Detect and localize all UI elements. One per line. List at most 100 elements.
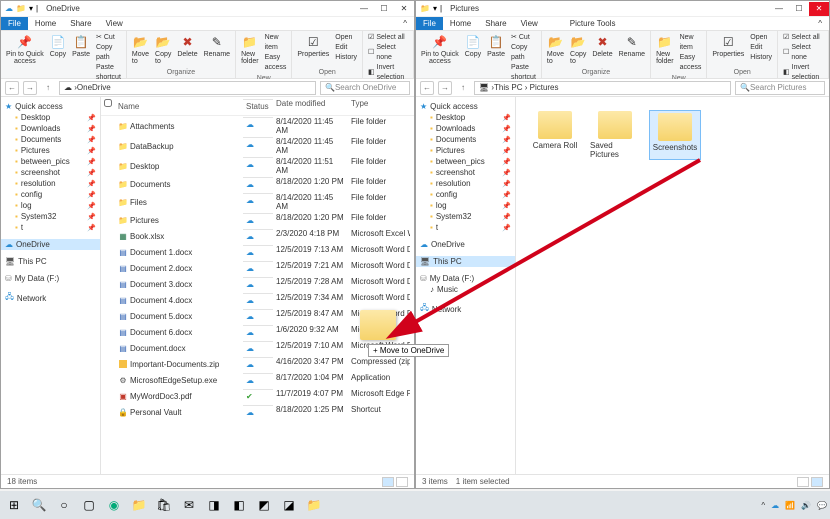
icons-view-button[interactable] bbox=[811, 477, 823, 487]
explorer-icon[interactable]: 📁 bbox=[128, 494, 150, 516]
delete-button[interactable]: ✖Delete bbox=[175, 33, 199, 59]
history-button[interactable]: History bbox=[333, 53, 359, 63]
cut-button[interactable]: ✂ Cut bbox=[94, 33, 123, 43]
column-type[interactable]: Type bbox=[348, 99, 410, 113]
app-icon[interactable]: ◧ bbox=[228, 494, 250, 516]
file-row[interactable]: 📁Attachments☁8/14/2020 11:45 AMFile fold… bbox=[101, 116, 414, 136]
sidebar-item[interactable]: ▪Documents📌 bbox=[1, 134, 100, 145]
file-row[interactable]: ▤Document 6.docx☁1/6/2020 9:32 AMMicroso… bbox=[101, 324, 414, 340]
tab-file[interactable]: File bbox=[416, 17, 443, 30]
sidebar-onedrive[interactable]: ☁OneDrive bbox=[416, 239, 515, 250]
sidebar-this-pc[interactable]: 🖥This PC bbox=[1, 256, 100, 267]
sidebar-item[interactable]: ▪between_pics📌 bbox=[1, 156, 100, 167]
sidebar-item[interactable]: ▪t📌 bbox=[1, 222, 100, 233]
file-row[interactable]: ▤Document 1.docx☁12/5/2019 7:13 AMMicros… bbox=[101, 244, 414, 260]
new-folder-button[interactable]: 📁New folder bbox=[239, 33, 261, 66]
folder-item[interactable]: Camera Roll bbox=[530, 111, 580, 159]
file-row[interactable]: 📁Documents☁8/18/2020 1:20 PMFile folder bbox=[101, 176, 414, 192]
folder-item[interactable]: Screenshots bbox=[650, 111, 700, 159]
icons-view-button[interactable] bbox=[396, 477, 408, 487]
task-view-button[interactable]: ▢ bbox=[78, 494, 100, 516]
file-row[interactable]: ⚙MicrosoftEdgeSetup.exe☁8/17/2020 1:04 P… bbox=[101, 372, 414, 388]
sidebar-item[interactable]: ▪resolution📌 bbox=[1, 178, 100, 189]
mail-icon[interactable]: ✉ bbox=[178, 494, 200, 516]
system-tray[interactable]: ^ ☁ 📶 🔊 💬 bbox=[761, 501, 827, 510]
file-row[interactable]: ▤Document 5.docx☁12/5/2019 8:47 AMMicros… bbox=[101, 308, 414, 324]
up-button[interactable]: ↑ bbox=[41, 81, 55, 95]
ribbon-toggle[interactable]: ^ bbox=[396, 17, 414, 30]
minimize-button[interactable]: — bbox=[354, 2, 374, 16]
details-view-button[interactable] bbox=[382, 477, 394, 487]
file-row[interactable]: ▤Document 4.docx☁12/5/2019 7:34 AMMicros… bbox=[101, 292, 414, 308]
open-button[interactable]: Open bbox=[333, 33, 359, 43]
paste-button[interactable]: 📋Paste bbox=[485, 33, 507, 59]
forward-button[interactable]: → bbox=[23, 81, 37, 95]
easy-access-button[interactable]: Easy access bbox=[678, 53, 704, 73]
select-all-button[interactable]: ☑ Select all bbox=[366, 33, 410, 43]
new-item-button[interactable]: New item bbox=[678, 33, 704, 53]
cortana-button[interactable]: ○ bbox=[53, 494, 75, 516]
sidebar-quick-access[interactable]: ★Quick access bbox=[1, 101, 100, 112]
file-row[interactable]: ▤Document 3.docx☁12/5/2019 7:28 AMMicros… bbox=[101, 276, 414, 292]
sidebar-item[interactable]: ▪log📌 bbox=[1, 200, 100, 211]
tab-view[interactable]: View bbox=[99, 17, 130, 30]
properties-button[interactable]: ☑Properties bbox=[295, 33, 331, 59]
sidebar-item[interactable]: ▪Documents📌 bbox=[416, 134, 515, 145]
file-row[interactable]: ▣MyWordDoc3.pdf✔11/7/2019 4:07 PMMicroso… bbox=[101, 388, 414, 404]
navigation-pane[interactable]: ★Quick access ▪Desktop📌▪Downloads📌▪Docum… bbox=[416, 97, 516, 474]
file-row[interactable]: ▤Document 2.docx☁12/5/2019 7:21 AMMicros… bbox=[101, 260, 414, 276]
up-button[interactable]: ↑ bbox=[456, 81, 470, 95]
details-view-button[interactable] bbox=[797, 477, 809, 487]
copy-button[interactable]: 📄Copy bbox=[463, 33, 483, 59]
copy-button[interactable]: 📄Copy bbox=[48, 33, 68, 59]
select-all-checkbox[interactable] bbox=[104, 99, 112, 107]
titlebar[interactable]: 📁 ▾ | Pictures Manage — ☐ ✕ bbox=[416, 1, 829, 17]
search-input[interactable]: 🔍 Search Pictures bbox=[735, 81, 825, 95]
maximize-button[interactable]: ☐ bbox=[374, 2, 394, 16]
network-tray-icon[interactable]: 📶 bbox=[785, 501, 795, 510]
copy-to-button[interactable]: 📂Copy to bbox=[568, 33, 588, 66]
tray-up-icon[interactable]: ^ bbox=[761, 501, 765, 510]
forward-button[interactable]: → bbox=[438, 81, 452, 95]
folder-item[interactable]: Saved Pictures bbox=[590, 111, 640, 159]
move-to-button[interactable]: 📂Move to bbox=[545, 33, 566, 66]
file-row[interactable]: 📁Files☁8/14/2020 11:45 AMFile folder bbox=[101, 192, 414, 212]
start-button[interactable]: ⊞ bbox=[3, 494, 25, 516]
column-name[interactable]: Name bbox=[115, 99, 243, 113]
file-row[interactable]: ▤Document.docx☁12/5/2019 7:10 AMMicrosof… bbox=[101, 340, 414, 356]
paste-button[interactable]: 📋Paste bbox=[70, 33, 92, 59]
delete-button[interactable]: ✖Delete bbox=[590, 33, 614, 59]
search-input[interactable]: 🔍 Search OneDrive bbox=[320, 81, 410, 95]
rename-button[interactable]: ✎Rename bbox=[617, 33, 647, 59]
taskbar[interactable]: ⊞ 🔍 ○ ▢ ◉ 📁 🛍 ✉ ◨ ◧ ◩ ◪ 📁 ^ ☁ 📶 🔊 💬 bbox=[0, 491, 830, 519]
move-to-button[interactable]: 📂Move to bbox=[130, 33, 151, 66]
tab-share[interactable]: Share bbox=[63, 17, 98, 30]
edit-button[interactable]: Edit bbox=[333, 43, 359, 53]
sidebar-onedrive[interactable]: ☁OneDrive bbox=[1, 239, 100, 250]
select-none-button[interactable]: ☐ Select none bbox=[366, 43, 410, 63]
ribbon-toggle[interactable]: ^ bbox=[811, 17, 829, 30]
history-button[interactable]: History bbox=[748, 53, 774, 63]
column-status[interactable]: Status bbox=[243, 99, 273, 113]
sidebar-item[interactable]: ▪System32📌 bbox=[416, 211, 515, 222]
navigation-pane[interactable]: ★Quick access ▪Desktop📌▪Downloads📌▪Docum… bbox=[1, 97, 101, 474]
sidebar-item[interactable]: ▪log📌 bbox=[416, 200, 515, 211]
copy-to-button[interactable]: 📂Copy to bbox=[153, 33, 173, 66]
sidebar-item[interactable]: ▪screenshot📌 bbox=[1, 167, 100, 178]
sidebar-item[interactable]: ▪Downloads📌 bbox=[416, 123, 515, 134]
sidebar-my-data[interactable]: ⛁My Data (F:) bbox=[416, 273, 515, 284]
sidebar-this-pc[interactable]: 🖥This PC bbox=[416, 256, 515, 267]
column-headers[interactable]: Name Status Date modified Type bbox=[101, 97, 414, 116]
file-row[interactable]: 🔒Personal Vault☁8/18/2020 1:25 PMShortcu… bbox=[101, 404, 414, 420]
tab-home[interactable]: Home bbox=[443, 17, 478, 30]
copy-path-button[interactable]: Copy path bbox=[94, 43, 123, 63]
app-icon[interactable]: ◪ bbox=[278, 494, 300, 516]
sidebar-item[interactable]: ▪Desktop📌 bbox=[1, 112, 100, 123]
close-button[interactable]: ✕ bbox=[394, 2, 414, 16]
file-row[interactable]: 📁Pictures☁8/18/2020 1:20 PMFile folder bbox=[101, 212, 414, 228]
sidebar-network[interactable]: 🖧Network bbox=[1, 290, 100, 306]
back-button[interactable]: ← bbox=[420, 81, 434, 95]
cut-button[interactable]: ✂ Cut bbox=[509, 33, 538, 43]
sidebar-item[interactable]: ▪between_pics📌 bbox=[416, 156, 515, 167]
file-row[interactable]: ▦Book.xlsx☁2/3/2020 4:18 PMMicrosoft Exc… bbox=[101, 228, 414, 244]
